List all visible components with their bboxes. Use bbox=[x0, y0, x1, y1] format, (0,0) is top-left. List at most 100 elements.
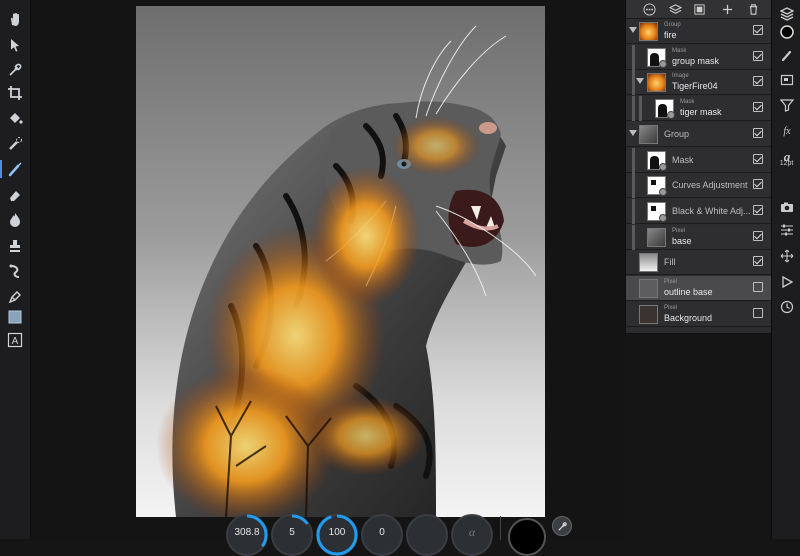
layer-thumbnail bbox=[647, 201, 667, 222]
color-picker-button[interactable] bbox=[552, 516, 572, 536]
hud-dial-2[interactable]: 5 bbox=[271, 514, 313, 556]
layer-row[interactable]: Pixel Background bbox=[626, 301, 771, 327]
layer-thumbnail bbox=[647, 73, 666, 93]
layers-stack-button[interactable] bbox=[666, 1, 684, 17]
layer-hierarchy-bar bbox=[632, 147, 635, 173]
hud-dial-5[interactable] bbox=[406, 514, 448, 556]
add-layer-icon bbox=[722, 4, 732, 14]
text-style-studio-button[interactable]: a bbox=[776, 146, 798, 166]
layer-type-label: Pixel bbox=[664, 279, 678, 285]
layer-visibility-checkbox[interactable] bbox=[753, 307, 763, 318]
layer-row[interactable]: Group fire bbox=[626, 19, 771, 44]
layer-row[interactable]: Group bbox=[626, 121, 771, 147]
adjustment-button[interactable] bbox=[690, 1, 708, 17]
shape-tool[interactable] bbox=[3, 306, 27, 328]
layer-visibility-checkbox[interactable] bbox=[753, 127, 763, 138]
layer-visibility-checkbox[interactable] bbox=[753, 256, 763, 267]
layer-visibility-checkbox[interactable] bbox=[753, 153, 763, 164]
pen-nib-icon bbox=[8, 291, 21, 304]
layer-visibility-checkbox[interactable] bbox=[753, 102, 763, 113]
layer-visibility-checkbox[interactable] bbox=[753, 179, 763, 190]
stamp-icon bbox=[10, 240, 20, 252]
layer-row[interactable]: Mask bbox=[626, 147, 771, 173]
move-tool[interactable] bbox=[3, 34, 27, 56]
burn-tool[interactable] bbox=[3, 209, 27, 231]
hand-icon bbox=[11, 13, 19, 26]
layer-name: outline base bbox=[664, 287, 713, 297]
history-studio-button[interactable] bbox=[776, 297, 798, 317]
layer-visibility-checkbox[interactable] bbox=[753, 50, 763, 61]
navigator-studio-button[interactable] bbox=[776, 70, 798, 90]
svg-text:a: a bbox=[784, 149, 791, 163]
layer-hierarchy-bar bbox=[639, 96, 642, 122]
fill-tool[interactable] bbox=[3, 107, 27, 129]
filter-icon bbox=[780, 99, 794, 112]
clone-tool[interactable] bbox=[3, 235, 27, 257]
layer-row[interactable]: Pixel outline base bbox=[626, 276, 771, 301]
layer-row[interactable]: Black & White Adj... bbox=[626, 198, 771, 224]
layer-thumbnail bbox=[647, 176, 667, 197]
layer-row[interactable]: Curves Adjustment bbox=[626, 173, 771, 199]
hud-dial-1[interactable]: 308.8 bbox=[226, 514, 268, 556]
pen-tool[interactable] bbox=[3, 286, 27, 308]
layer-row[interactable]: Fill bbox=[626, 250, 771, 276]
dial-value: 308.8 bbox=[234, 527, 260, 538]
camera-studio-button[interactable] bbox=[776, 197, 798, 217]
layer-hierarchy-bar bbox=[632, 96, 635, 122]
smudge-icon bbox=[9, 264, 20, 278]
filter-studio-button[interactable] bbox=[776, 95, 798, 115]
layers-panel: Group fire Mask group mask Image TigerFire04 M… bbox=[625, 0, 771, 334]
layer-thumbnail bbox=[647, 150, 667, 171]
brushes-studio-button[interactable] bbox=[776, 45, 798, 65]
layer-visibility-checkbox[interactable] bbox=[753, 25, 763, 35]
sliders-studio-button[interactable] bbox=[776, 220, 798, 240]
more-options-button[interactable] bbox=[640, 1, 658, 17]
erase-brush-tool[interactable] bbox=[3, 184, 27, 206]
dial-value: 100 bbox=[328, 527, 346, 538]
expand-triangle-icon[interactable] bbox=[629, 27, 637, 33]
color-picker-tool[interactable] bbox=[3, 59, 27, 81]
view-tool[interactable] bbox=[3, 8, 27, 30]
color-well[interactable] bbox=[508, 518, 546, 556]
layer-type-label: Mask bbox=[672, 47, 687, 54]
svg-text:α: α bbox=[469, 525, 476, 539]
layer-hierarchy-bar bbox=[632, 198, 635, 224]
layer-visibility-checkbox[interactable] bbox=[753, 230, 763, 241]
layer-row[interactable]: Pixel base bbox=[626, 224, 771, 250]
text-tool[interactable]: A bbox=[3, 329, 27, 351]
hud-dial-3[interactable]: 100 bbox=[316, 514, 358, 556]
delete-button[interactable] bbox=[744, 1, 762, 17]
canvas-area[interactable] bbox=[31, 0, 624, 539]
layer-hierarchy-bar bbox=[632, 70, 635, 96]
layer-row[interactable]: Mask tiger mask bbox=[626, 96, 771, 122]
document-canvas[interactable] bbox=[136, 6, 545, 517]
eyedropper-icon bbox=[9, 63, 22, 76]
add-layer-button[interactable] bbox=[718, 1, 736, 17]
fx-icon: fx bbox=[783, 126, 791, 137]
hud-dial-4[interactable]: 0 bbox=[361, 514, 403, 556]
layer-hierarchy-bar bbox=[632, 224, 635, 250]
history-icon bbox=[780, 300, 794, 314]
layer-visibility-checkbox[interactable] bbox=[753, 282, 763, 292]
hud-dial-6[interactable]: α bbox=[451, 514, 493, 556]
transform-studio-button[interactable] bbox=[776, 246, 798, 266]
expand-triangle-icon[interactable] bbox=[636, 78, 644, 85]
expand-triangle-icon[interactable] bbox=[629, 129, 637, 136]
paint-bucket-icon bbox=[10, 113, 23, 124]
layers-icon bbox=[780, 7, 794, 21]
layer-row[interactable]: Image TigerFire04 bbox=[626, 70, 771, 96]
smudge-tool[interactable] bbox=[3, 260, 27, 282]
layer-row[interactable]: Mask group mask bbox=[626, 44, 771, 70]
paint-brush-tool[interactable] bbox=[0, 158, 27, 180]
layers-studio-button[interactable] bbox=[776, 4, 798, 24]
crop-tool[interactable] bbox=[3, 82, 27, 104]
left-toolbar: A bbox=[0, 0, 31, 539]
color-icon bbox=[780, 25, 794, 39]
layer-visibility-checkbox[interactable] bbox=[753, 204, 763, 215]
color-studio-button[interactable] bbox=[776, 22, 798, 42]
fx-studio-button[interactable]: fx bbox=[776, 120, 798, 140]
selection-brush-tool[interactable] bbox=[3, 133, 27, 155]
play-studio-button[interactable] bbox=[776, 272, 798, 292]
layer-visibility-checkbox[interactable] bbox=[753, 76, 763, 87]
play-icon bbox=[782, 275, 794, 289]
